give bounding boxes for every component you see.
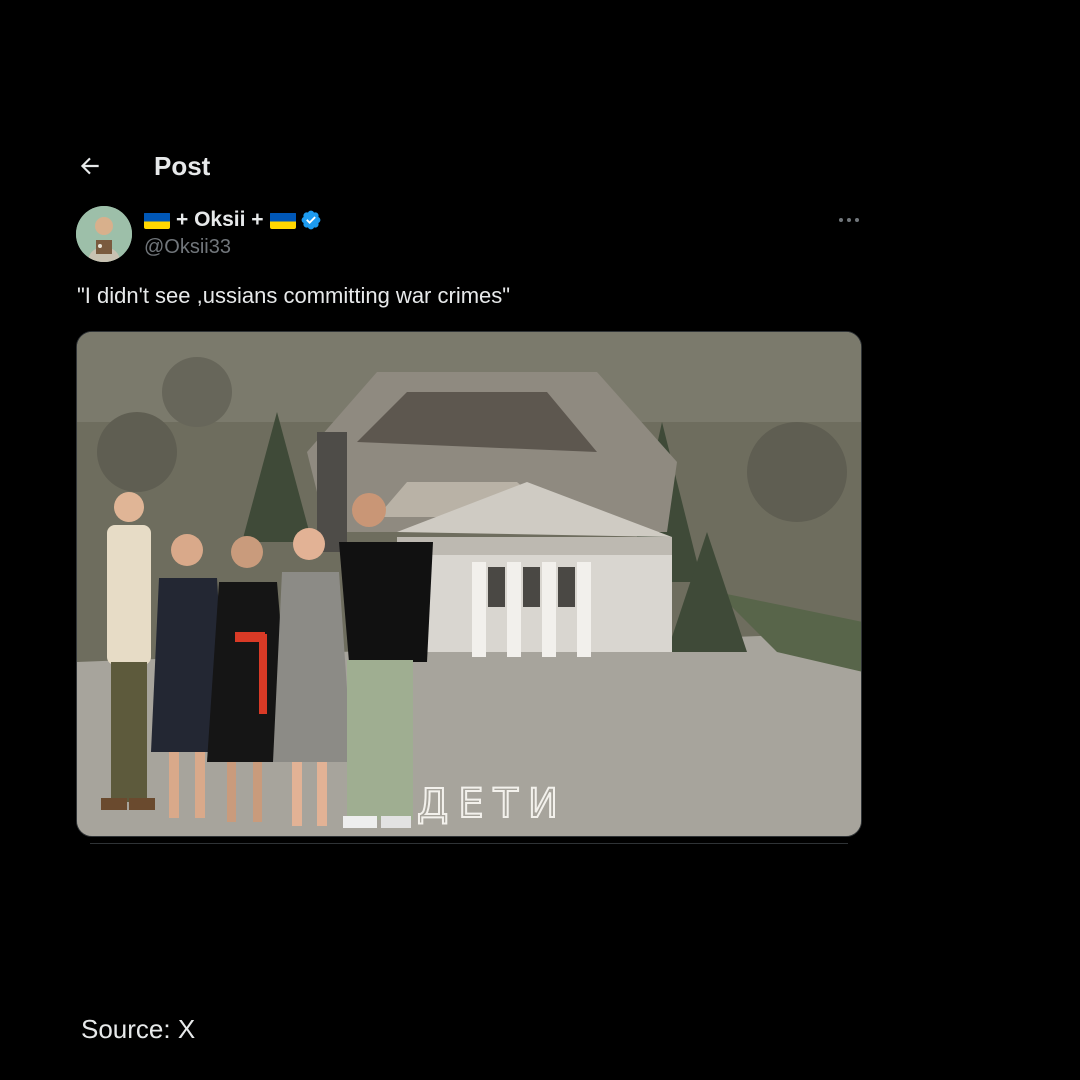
avatar[interactable] [76,206,132,262]
pavement-text: ДЕТИ [417,781,568,827]
ukraine-flag-icon [144,212,170,229]
author-handle[interactable]: @Oksii33 [144,236,322,259]
ukraine-flag-icon [269,212,296,229]
post-text: "I didn't see ,ussians committing war cr… [77,283,511,308]
post-image[interactable]: ДЕТИ [76,331,862,837]
arrow-left-icon [80,157,99,175]
author-display-name: + Oksii + [176,208,264,231]
post-header: Post [76,148,210,184]
back-button[interactable] [76,152,104,180]
page-title: Post [154,150,211,181]
author-name-row[interactable]: + Oksii + [144,206,322,234]
source-caption: Source: X [81,1014,196,1044]
more-horizontal-icon [839,218,859,222]
more-options-button[interactable] [834,208,864,232]
verified-badge-icon [300,209,322,231]
media-divider [90,843,848,844]
post-author: + Oksii + @Oksii33 [144,206,322,259]
